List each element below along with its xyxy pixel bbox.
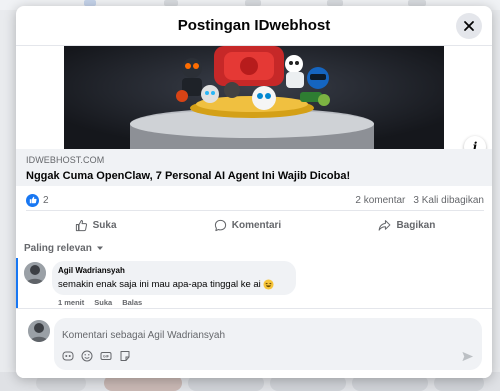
gif-icon: GIF xyxy=(100,352,112,360)
avatar[interactable] xyxy=(28,320,50,342)
link-title[interactable]: Nggak Cuma OpenClaw, 7 Personal AI Agent… xyxy=(26,170,482,182)
send-button[interactable] xyxy=(461,350,474,363)
chevron-down-icon xyxy=(96,246,103,250)
comment-text: semakin enak saja ini mau apa-apa tingga… xyxy=(58,279,261,290)
robot-illustration xyxy=(64,46,444,149)
avatar-sticker-icon xyxy=(62,351,74,361)
like-reaction-icon xyxy=(26,193,39,207)
comment-author[interactable]: Agil Wadriansyah xyxy=(58,266,288,275)
modal-title: Postingan IDwebhost xyxy=(177,17,331,34)
comment-like-link[interactable]: Suka xyxy=(94,298,112,307)
comment-input[interactable] xyxy=(62,330,474,341)
share-button[interactable]: Bagikan xyxy=(368,215,445,236)
share-icon xyxy=(379,220,391,231)
laughing-emoji-icon xyxy=(263,279,274,290)
composer-tools: GIF xyxy=(62,350,131,362)
like-icon xyxy=(75,219,87,232)
comment-composer: GIF xyxy=(16,308,492,378)
shares-count[interactable]: 3 Kali dibagikan xyxy=(413,195,484,206)
reactions-summary[interactable]: 2 xyxy=(26,193,49,207)
like-button[interactable]: Suka xyxy=(65,215,127,236)
close-icon xyxy=(464,21,474,31)
comment-bubble: Agil Wadriansyah semakin enak saja ini m… xyxy=(52,261,296,295)
link-preview-image[interactable] xyxy=(64,46,444,149)
link-preview-meta[interactable]: IDWEBHOST.COM Nggak Cuma OpenClaw, 7 Per… xyxy=(16,149,492,186)
like-label: Suka xyxy=(92,220,117,231)
comment-time[interactable]: 1 menit xyxy=(58,298,84,307)
avatar-sticker-button[interactable] xyxy=(62,350,74,362)
share-label: Bagikan xyxy=(396,220,436,231)
post-content[interactable]: i IDWEBHOST.COM Nggak Cuma OpenClaw, 7 P… xyxy=(16,46,492,312)
comment-label: Komentari xyxy=(231,220,282,231)
reactions-count: 2 xyxy=(43,194,49,206)
emoji-icon xyxy=(81,350,93,362)
comment-reply-link[interactable]: Balas xyxy=(122,298,142,307)
comment-sort-dropdown[interactable]: Paling relevan xyxy=(24,240,104,256)
emoji-button[interactable] xyxy=(81,350,93,362)
gif-button[interactable]: GIF xyxy=(100,350,112,362)
comment-input-box[interactable]: GIF xyxy=(54,318,482,370)
modal-header: Postingan IDwebhost xyxy=(16,6,492,46)
sticker-button[interactable] xyxy=(119,350,131,362)
comment-icon xyxy=(214,219,226,232)
comment-meta: 1 menit Suka Balas xyxy=(58,298,142,307)
post-stats: 2 2 komentar 3 Kali dibagikan xyxy=(26,192,484,208)
new-comment-marker xyxy=(16,258,18,310)
comment-item: Agil Wadriansyah semakin enak saja ini m… xyxy=(16,258,492,312)
sort-label: Paling relevan xyxy=(24,242,92,254)
comments-count[interactable]: 2 komentar xyxy=(355,195,405,206)
post-actions: Suka Komentari Bagikan xyxy=(26,210,484,240)
post-modal: Postingan IDwebhost i IDWEBHOST.COM Ngga… xyxy=(16,6,492,378)
sticker-icon xyxy=(120,351,130,361)
link-domain: IDWEBHOST.COM xyxy=(26,155,105,165)
send-icon xyxy=(462,351,474,362)
avatar[interactable] xyxy=(24,262,46,284)
svg-text:GIF: GIF xyxy=(103,355,110,359)
comment-button[interactable]: Komentari xyxy=(204,215,291,236)
close-button[interactable] xyxy=(456,13,482,39)
